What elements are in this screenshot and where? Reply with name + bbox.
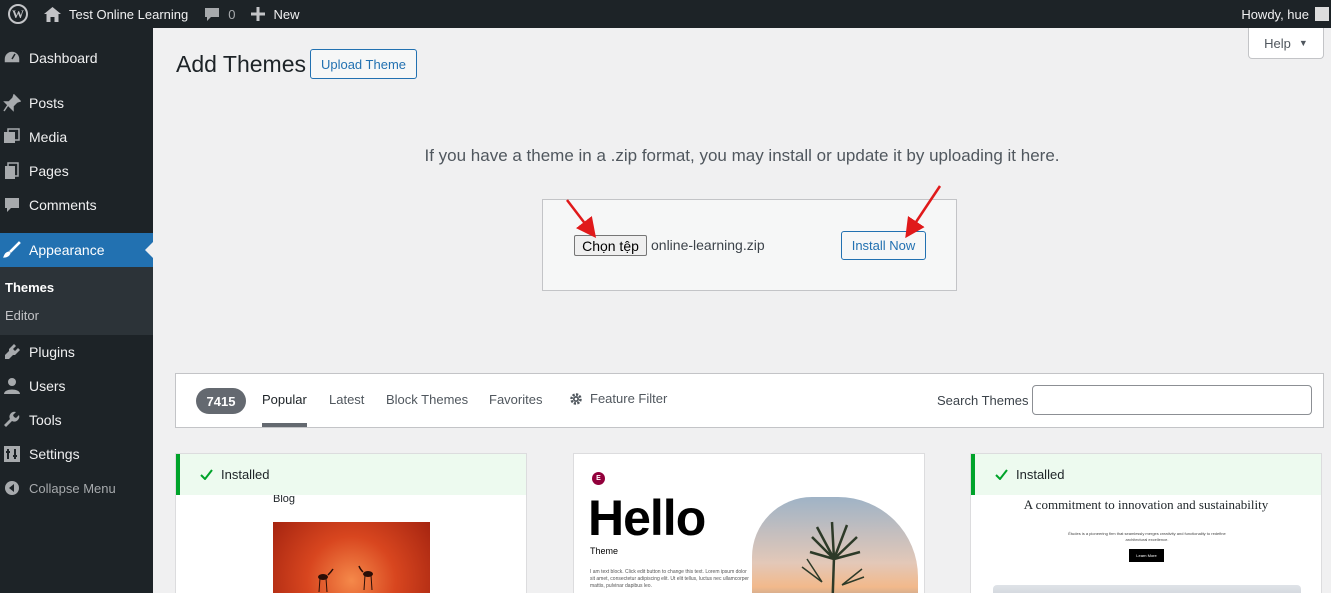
theme-count-badge: 7415	[196, 388, 246, 414]
wrench-icon	[2, 410, 22, 430]
pages-icon	[2, 161, 22, 181]
submenu-themes[interactable]: Themes	[0, 273, 153, 301]
menu-pages[interactable]: Pages	[0, 154, 153, 188]
theme-preview-text: I am text block. Click edit button to ch…	[590, 569, 749, 589]
menu-media[interactable]: Media	[0, 120, 153, 154]
home-icon	[44, 6, 61, 22]
feature-filter-button[interactable]: Feature Filter	[569, 391, 667, 406]
upload-description: If you have a theme in a .zip format, yo…	[424, 146, 1060, 165]
selected-file-name: online-learning.zip	[651, 237, 765, 253]
wordpress-icon: W	[8, 4, 28, 24]
menu-posts[interactable]: Posts	[0, 86, 153, 120]
paintbrush-icon	[2, 240, 22, 260]
appearance-submenu: Themes Editor	[0, 267, 153, 335]
tab-block-themes[interactable]: Block Themes	[386, 392, 468, 407]
menu-plugins[interactable]: Plugins	[0, 335, 153, 369]
comment-icon	[2, 195, 22, 215]
menu-tools[interactable]: Tools	[0, 403, 153, 437]
wordpress-logo[interactable]: W	[0, 0, 36, 28]
my-account-link[interactable]: Howdy, hue	[1233, 0, 1331, 28]
theme-preview-image	[273, 522, 430, 593]
menu-comments[interactable]: Comments	[0, 188, 153, 222]
tab-popular[interactable]: Popular	[262, 392, 307, 427]
avatar	[1315, 7, 1329, 21]
theme-preview-text: Études is a pioneering firm that seamles…	[1068, 531, 1226, 542]
collapse-icon	[2, 478, 22, 498]
users-icon	[2, 376, 22, 396]
admin-menu: Dashboard Posts Media Pages Comments App…	[0, 28, 153, 593]
comments-count: 0	[228, 6, 236, 22]
plus-icon	[251, 7, 266, 21]
pin-icon	[2, 93, 22, 113]
menu-users[interactable]: Users	[0, 369, 153, 403]
upload-theme-button[interactable]: Upload Theme	[310, 49, 417, 79]
menu-dashboard[interactable]: Dashboard	[0, 41, 153, 75]
search-themes-label: Search Themes	[937, 393, 1029, 408]
choose-file-button[interactable]: Chọn tệp	[574, 235, 647, 256]
site-name-link[interactable]: Test Online Learning	[36, 0, 196, 28]
media-icon	[2, 127, 22, 147]
checkmark-icon	[200, 469, 213, 480]
new-label: New	[273, 6, 300, 22]
collapse-menu[interactable]: Collapse Menu	[0, 471, 153, 505]
elementor-logo: E	[592, 472, 605, 485]
page-title: Add Themes	[176, 51, 306, 77]
theme-preview-subtitle: Theme	[590, 546, 619, 556]
dashboard-icon	[2, 48, 22, 68]
howdy-text: Howdy, hue	[1241, 6, 1309, 22]
settings-icon	[2, 444, 22, 464]
new-content-link[interactable]: New	[243, 0, 307, 28]
plugin-icon	[2, 342, 22, 362]
theme-card[interactable]: E Hello Theme I am text block. Click edi…	[573, 453, 925, 593]
theme-preview-headline: A commitment to innovation and sustainab…	[1023, 497, 1269, 512]
theme-preview-image	[752, 497, 918, 593]
theme-preview-image	[993, 585, 1301, 593]
search-themes-input[interactable]	[1032, 385, 1312, 415]
comments-link[interactable]: 0	[196, 0, 243, 28]
comment-icon	[204, 7, 220, 22]
checkmark-icon	[995, 469, 1008, 480]
menu-settings[interactable]: Settings	[0, 437, 153, 471]
install-now-button[interactable]: Install Now	[841, 231, 926, 260]
theme-preview-button: Learn More	[1129, 549, 1164, 562]
menu-appearance[interactable]: Appearance	[0, 233, 153, 267]
theme-card[interactable]: Installed A commitment to innovation and…	[970, 453, 1322, 593]
theme-filter-bar: 7415 Popular Latest Block Themes Favorit…	[175, 373, 1324, 428]
tab-favorites[interactable]: Favorites	[489, 392, 542, 407]
submenu-editor[interactable]: Editor	[0, 301, 153, 329]
theme-card[interactable]: Installed Blog	[175, 453, 527, 593]
tab-latest[interactable]: Latest	[329, 392, 364, 407]
caret-down-icon: ▼	[1298, 38, 1308, 48]
admin-bar: W Test Online Learning 0 New Howdy, hue	[0, 0, 1331, 28]
upload-form: Chọn tệp online-learning.zip Install Now	[542, 199, 957, 291]
installed-notice: Installed	[176, 454, 526, 495]
gear-icon	[569, 392, 583, 406]
installed-notice: Installed	[971, 454, 1321, 495]
help-tab[interactable]: Help ▼	[1248, 28, 1324, 59]
theme-preview-title: Hello	[588, 490, 706, 546]
site-name: Test Online Learning	[69, 6, 189, 22]
